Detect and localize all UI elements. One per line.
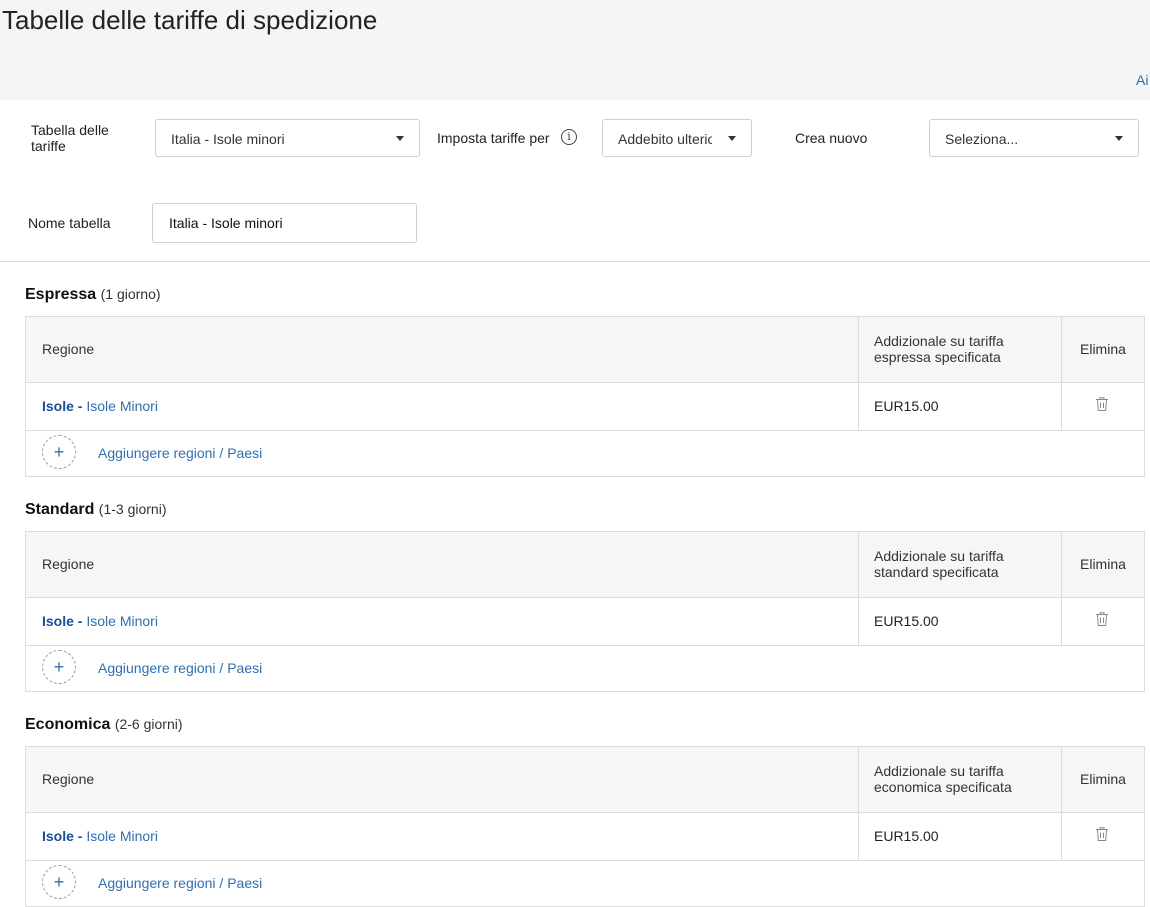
plus-icon[interactable]: + (42, 650, 76, 684)
section-title-economica: Economica (2-6 giorni) (25, 716, 183, 734)
column-header-region: Regione (42, 341, 95, 357)
rate-amount: EUR15.00 (874, 828, 939, 844)
section-title-standard: Standard (1-3 giorni) (25, 501, 167, 519)
column-header-rate: Addizionale su tariffa espressa specific… (874, 333, 1004, 365)
add-regions-link[interactable]: Aggiungere regioni / Paesi (98, 445, 262, 461)
column-header-rate: Addizionale su tariffa economica specifi… (874, 763, 1012, 795)
table-name-input[interactable] (152, 203, 417, 243)
trash-icon[interactable] (1095, 826, 1109, 842)
caret-down-icon (728, 136, 736, 141)
rates-table-economica: Regione Addizionale su tariffa economica… (25, 746, 1145, 907)
section-name: Economica (25, 716, 111, 733)
rates-table-standard: Regione Addizionale su tariffa standard … (25, 531, 1145, 692)
add-regions-link[interactable]: Aggiungere regioni / Paesi (98, 875, 262, 891)
create-new-select[interactable]: Seleziona... (929, 119, 1139, 157)
column-header-rate: Addizionale su tariffa standard specific… (874, 548, 1004, 580)
section-title-espressa: Espressa (1 giorno) (25, 286, 161, 304)
rate-amount: EUR15.00 (874, 613, 939, 629)
table-name-label: Nome tabella (28, 215, 111, 231)
plus-icon[interactable]: + (42, 865, 76, 899)
page-title: Tabelle delle tariffe di spedizione (2, 5, 378, 35)
set-rates-select-value: Addebito ulteriore (618, 131, 712, 147)
set-rates-select[interactable]: Addebito ulteriore (602, 119, 752, 157)
section-subtitle: (1-3 giorni) (98, 501, 167, 517)
info-icon[interactable]: i (561, 129, 577, 145)
trash-icon[interactable] (1095, 396, 1109, 412)
rate-table-select[interactable]: Italia - Isole minori (155, 119, 420, 157)
help-link[interactable]: Ai (1136, 72, 1148, 88)
column-header-region: Regione (42, 556, 95, 572)
region-link[interactable]: Isole - Isole Minori (42, 613, 158, 629)
column-header-delete: Elimina (1080, 771, 1126, 787)
rate-table-label: Tabella delle tariffe (31, 122, 109, 154)
rate-amount: EUR15.00 (874, 398, 939, 414)
column-header-delete: Elimina (1080, 341, 1126, 357)
plus-icon[interactable]: + (42, 435, 76, 469)
section-name: Standard (25, 501, 95, 518)
create-new-select-value: Seleziona... (945, 131, 1019, 147)
region-link[interactable]: Isole - Isole Minori (42, 398, 158, 414)
add-regions-link[interactable]: Aggiungere regioni / Paesi (98, 660, 262, 676)
trash-icon[interactable] (1095, 611, 1109, 627)
create-new-label: Crea nuovo (795, 130, 868, 146)
column-header-region: Regione (42, 771, 95, 787)
caret-down-icon (1115, 136, 1123, 141)
section-name: Espressa (25, 286, 97, 303)
caret-down-icon (396, 136, 404, 141)
rates-table-espressa: Regione Addizionale su tariffa espressa … (25, 316, 1145, 477)
section-subtitle: (1 giorno) (100, 286, 161, 302)
rate-table-select-value: Italia - Isole minori (171, 131, 285, 147)
column-header-delete: Elimina (1080, 556, 1126, 572)
divider (0, 261, 1150, 262)
section-subtitle: (2-6 giorni) (114, 716, 183, 732)
region-link[interactable]: Isole - Isole Minori (42, 828, 158, 844)
set-rates-label: Imposta tariffe per (437, 130, 550, 146)
